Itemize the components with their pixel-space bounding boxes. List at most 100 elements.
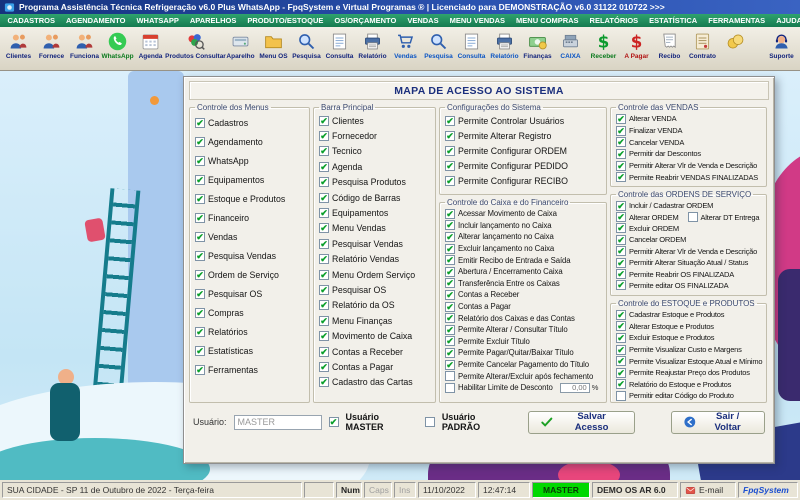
toolbar-button[interactable]: Finanças: [521, 28, 554, 69]
checkbox[interactable]: ✔: [195, 346, 205, 356]
toolbar-button[interactable]: Pesquisa: [290, 28, 323, 69]
checkbox-row[interactable]: ✔ Pesquisar OS: [319, 282, 432, 297]
checkbox-row[interactable]: ✔ Menu Finanças: [319, 313, 432, 328]
checkbox[interactable]: [616, 391, 626, 401]
checkbox[interactable]: ✔: [195, 289, 205, 299]
menu-item[interactable]: RELATÓRIOS: [584, 16, 644, 25]
checkbox[interactable]: ✔: [616, 172, 626, 182]
toolbar-button[interactable]: Fornece: [35, 28, 68, 69]
checkbox[interactable]: ✔: [616, 258, 626, 268]
checkbox[interactable]: ✔: [319, 193, 329, 203]
usuario-master-checkbox[interactable]: ✔: [329, 417, 339, 427]
menu-item[interactable]: CADASTROS: [2, 16, 61, 25]
secondary-checkbox-group[interactable]: Alterar DT Entrega: [688, 212, 760, 222]
checkbox-row[interactable]: ✔ Finalizar VENDA: [616, 125, 763, 137]
checkbox-row[interactable]: ✔ Permitir Alterar Vlr de Venda e Descri…: [616, 160, 763, 172]
checkbox-row[interactable]: Permitir editar Código do Produto: [616, 390, 763, 402]
checkbox-row[interactable]: ✔ Contas a Pagar: [319, 359, 432, 374]
toolbar-button[interactable]: Menu OS: [257, 28, 290, 69]
save-access-button[interactable]: Salvar Acesso: [528, 411, 635, 434]
checkbox-row[interactable]: ✔ Alterar VENDA: [616, 113, 763, 125]
checkbox-row[interactable]: ✔ Transferência Entre os Caixas: [445, 278, 603, 290]
checkbox-row[interactable]: ✔ Estoque e Produtos: [195, 189, 306, 208]
checkbox[interactable]: ✔: [616, 137, 626, 147]
toolbar-button[interactable]: Funciona: [68, 28, 101, 69]
menu-item[interactable]: AJUDA: [771, 16, 800, 25]
checkbox[interactable]: [445, 383, 455, 393]
checkbox[interactable]: ✔: [195, 251, 205, 261]
checkbox-row[interactable]: ✔ Cadastro das Cartas: [319, 375, 432, 390]
checkbox-row[interactable]: ✔ Fornecedor: [319, 128, 432, 143]
checkbox[interactable]: ✔: [616, 235, 626, 245]
checkbox[interactable]: ✔: [616, 379, 626, 389]
checkbox-row[interactable]: ✔ Código de Barras: [319, 190, 432, 205]
checkbox-row[interactable]: ✔ Permite Alterar Registro: [445, 128, 603, 143]
checkbox[interactable]: ✔: [445, 360, 455, 370]
checkbox[interactable]: ✔: [319, 131, 329, 141]
toolbar-button[interactable]: Recibo: [653, 28, 686, 69]
checkbox[interactable]: ✔: [445, 348, 455, 358]
checkbox[interactable]: ✔: [319, 146, 329, 156]
toolbar-button[interactable]: Agenda: [134, 28, 167, 69]
checkbox[interactable]: ✔: [319, 116, 329, 126]
checkbox-row[interactable]: ✔ Movimento de Caixa: [319, 328, 432, 343]
checkbox[interactable]: ✔: [445, 131, 455, 141]
checkbox-row[interactable]: ✔ Alterar Estoque e Produtos: [616, 321, 763, 333]
checkbox-row[interactable]: ✔ Permite Pagar/Quitar/Baixar Título: [445, 347, 603, 359]
checkbox[interactable]: ✔: [319, 285, 329, 295]
checkbox[interactable]: ✔: [616, 280, 626, 290]
checkbox[interactable]: ✔: [195, 270, 205, 280]
checkbox-row[interactable]: ✔ Relatório do Estoque e Produtos: [616, 379, 763, 391]
checkbox[interactable]: ✔: [445, 336, 455, 346]
checkbox-row[interactable]: ✔ Abertura / Encerramento Caixa: [445, 266, 603, 278]
checkbox-row[interactable]: ✔ Alterar ORDEM Alterar DT Entrega: [616, 211, 763, 222]
menu-item[interactable]: OS/ORÇAMENTO: [329, 16, 402, 25]
checkbox-row[interactable]: ✔ Permitir dar Descontos: [616, 148, 763, 160]
checkbox-row[interactable]: ✔ Equipamentos: [319, 205, 432, 220]
checkbox[interactable]: ✔: [445, 146, 455, 156]
checkbox-row[interactable]: ✔ Incluir / Cadastrar ORDEM: [616, 200, 763, 211]
checkbox-row[interactable]: Habilitar Limite de Desconto %: [445, 382, 603, 394]
checkbox[interactable]: ✔: [445, 176, 455, 186]
menu-item[interactable]: AGENDAMENTO: [61, 16, 131, 25]
checkbox-row[interactable]: ✔ Compras: [195, 303, 306, 322]
checkbox[interactable]: ✔: [616, 246, 626, 256]
checkbox-row[interactable]: ✔ Permite editar OS FINALIZADA: [616, 280, 763, 291]
checkbox[interactable]: ✔: [616, 321, 626, 331]
checkbox[interactable]: ✔: [319, 239, 329, 249]
checkbox-row[interactable]: ✔ Permite Configurar ORDEM: [445, 143, 603, 158]
checkbox-row[interactable]: ✔ Relatórios: [195, 322, 306, 341]
menu-item[interactable]: APARELHOS: [184, 16, 242, 25]
checkbox-row[interactable]: ✔ Permitir Alterar Vlr de Venda e Descri…: [616, 246, 763, 257]
checkbox[interactable]: ✔: [445, 116, 455, 126]
checkbox-row[interactable]: ✔ Cadastros: [195, 113, 306, 132]
checkbox[interactable]: ✔: [616, 269, 626, 279]
checkbox[interactable]: ✔: [319, 377, 329, 387]
checkbox-row[interactable]: ✔ Contas a Receber: [319, 344, 432, 359]
checkbox[interactable]: ✔: [195, 118, 205, 128]
checkbox-row[interactable]: ✔ Pesquisa Vendas: [195, 246, 306, 265]
checkbox-row[interactable]: ✔ Permite Configurar PEDIDO: [445, 158, 603, 173]
checkbox[interactable]: ✔: [445, 161, 455, 171]
checkbox-row[interactable]: ✔ Permite Controlar Usuários: [445, 113, 603, 128]
checkbox[interactable]: ✔: [195, 327, 205, 337]
checkbox-row[interactable]: ✔ Permite Visualizar Estoque Atual e Mín…: [616, 355, 763, 367]
toolbar-button[interactable]: Relatório: [488, 28, 521, 69]
checkbox[interactable]: ✔: [319, 208, 329, 218]
checkbox-row[interactable]: ✔ Tecnico: [319, 144, 432, 159]
toolbar-button[interactable]: [719, 28, 752, 69]
checkbox[interactable]: ✔: [319, 347, 329, 357]
checkbox-row[interactable]: ✔ Relatório da OS: [319, 298, 432, 313]
usuario-input[interactable]: [234, 415, 322, 430]
checkbox[interactable]: ✔: [195, 213, 205, 223]
checkbox[interactable]: ✔: [319, 162, 329, 172]
checkbox-row[interactable]: ✔ Relatório dos Caixas e das Contas: [445, 312, 603, 324]
checkbox[interactable]: ✔: [616, 356, 626, 366]
checkbox-row[interactable]: ✔ Acessar Movimento de Caixa: [445, 208, 603, 220]
checkbox[interactable]: ✔: [445, 220, 455, 230]
checkbox-row[interactable]: ✔ Clientes: [319, 113, 432, 128]
toolbar-button[interactable]: Relatório: [356, 28, 389, 69]
checkbox[interactable]: ✔: [616, 368, 626, 378]
checkbox-row[interactable]: ✔ Permite Reajustar Preço dos Produtos: [616, 367, 763, 379]
menu-item[interactable]: ESTATÍSTICA: [644, 16, 703, 25]
